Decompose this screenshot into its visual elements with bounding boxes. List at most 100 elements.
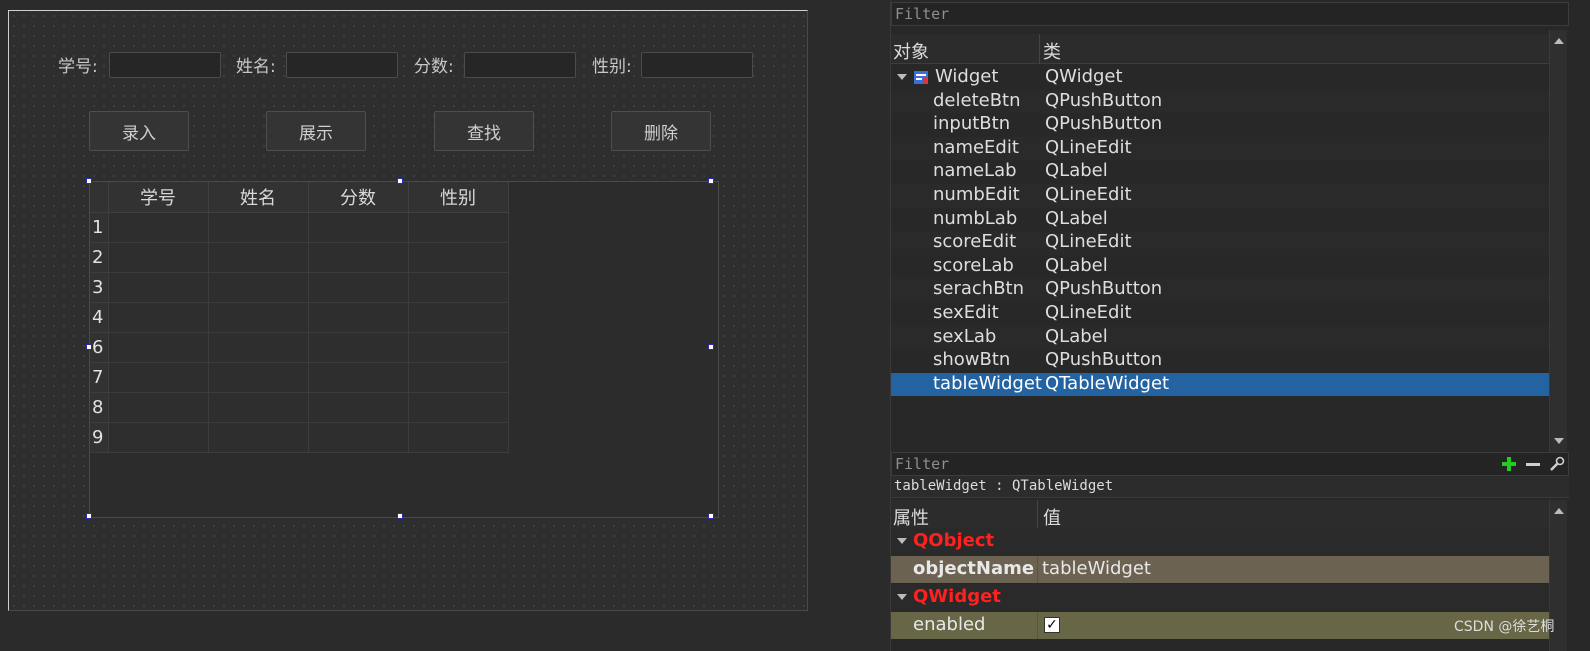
expand-arrow-icon[interactable] <box>897 594 907 600</box>
table-cell[interactable] <box>108 302 209 333</box>
table-row[interactable]: 7 <box>90 362 509 393</box>
property-row-enabled[interactable]: enabled ✓ <box>891 612 1549 639</box>
resize-handle[interactable] <box>86 344 92 350</box>
table-cell[interactable] <box>108 422 209 453</box>
table-cell[interactable] <box>308 242 409 273</box>
table-cell[interactable] <box>208 362 309 393</box>
table-header[interactable]: 分数 <box>308 182 409 213</box>
object-tree-row[interactable]: scoreLab QLabel <box>891 255 1549 279</box>
name-edit[interactable] <box>286 52 398 78</box>
resize-handle[interactable] <box>397 513 403 519</box>
row-header[interactable]: 6 <box>90 332 109 363</box>
table-cell[interactable] <box>308 272 409 303</box>
table-cell[interactable] <box>208 422 309 453</box>
object-tree-row[interactable]: sexEdit QLineEdit <box>891 302 1549 326</box>
table-grid[interactable]: 学号 姓名 分数 性别 12346789 <box>90 182 509 453</box>
table-cell[interactable] <box>408 242 509 273</box>
scroll-up-icon[interactable] <box>1554 508 1564 514</box>
expand-arrow-icon[interactable] <box>897 74 907 80</box>
table-row[interactable]: 3 <box>90 272 509 303</box>
table-cell[interactable] <box>408 392 509 423</box>
object-tree-row[interactable]: showBtn QPushButton <box>891 349 1549 373</box>
table-cell[interactable] <box>208 272 309 303</box>
table-header[interactable]: 姓名 <box>208 182 309 213</box>
score-edit[interactable] <box>464 52 576 78</box>
wrench-icon[interactable] <box>1549 456 1565 472</box>
table-row[interactable]: 9 <box>90 422 509 453</box>
object-tree[interactable]: Widget QWidget deleteBtn QPushButton inputBt… <box>891 66 1549 452</box>
object-tree-row[interactable]: nameEdit QLineEdit <box>891 136 1549 161</box>
remove-icon[interactable] <box>1525 456 1541 472</box>
table-cell[interactable] <box>408 332 509 363</box>
object-tree-row[interactable]: Widget QWidget <box>891 66 1549 90</box>
class-column-header[interactable]: 类 <box>1043 38 1061 64</box>
value-column-header[interactable]: 值 <box>1043 504 1061 530</box>
resize-handle[interactable] <box>86 513 92 519</box>
table-cell[interactable] <box>208 242 309 273</box>
object-tree-row[interactable]: numbLab QLabel <box>891 208 1549 232</box>
input-button[interactable]: 录入 <box>89 111 189 151</box>
table-cell[interactable] <box>408 272 509 303</box>
object-tree-row[interactable]: tableWidget QTableWidget <box>891 372 1549 397</box>
table-cell[interactable] <box>308 212 409 243</box>
table-row[interactable]: 4 <box>90 302 509 333</box>
resize-handle[interactable] <box>397 178 403 184</box>
object-tree-row[interactable]: deleteBtn QPushButton <box>891 89 1549 114</box>
enabled-checkbox[interactable]: ✓ <box>1044 617 1060 633</box>
table-row[interactable]: 6 <box>90 332 509 363</box>
resize-handle[interactable] <box>708 178 714 184</box>
object-tree-row[interactable]: sexLab QLabel <box>891 325 1549 350</box>
show-button[interactable]: 展示 <box>266 111 366 151</box>
numb-edit[interactable] <box>109 52 221 78</box>
table-cell[interactable] <box>308 332 409 363</box>
form-canvas[interactable]: 学号: 姓名: 分数: 性别: 录入 展示 查找 删除 学号 姓名 分数 性别 … <box>8 10 808 611</box>
row-header[interactable]: 8 <box>90 392 109 423</box>
table-cell[interactable] <box>108 392 209 423</box>
table-cell[interactable] <box>308 302 409 333</box>
table-cell[interactable] <box>108 242 209 273</box>
object-name-value-field[interactable]: tableWidget <box>1037 556 1549 583</box>
group-qwidget[interactable]: QWidget <box>891 584 1549 611</box>
table-corner[interactable] <box>90 182 109 213</box>
table-cell[interactable] <box>408 302 509 333</box>
search-button[interactable]: 查找 <box>434 111 534 151</box>
table-row[interactable]: 8 <box>90 392 509 423</box>
object-tree-row[interactable]: serachBtn QPushButton <box>891 278 1549 302</box>
scroll-up-icon[interactable] <box>1554 38 1564 44</box>
table-cell[interactable] <box>308 422 409 453</box>
resize-handle[interactable] <box>708 513 714 519</box>
table-cell[interactable] <box>208 212 309 243</box>
table-header[interactable]: 学号 <box>108 182 209 213</box>
property-row-objectname[interactable]: objectName tableWidget <box>891 556 1549 583</box>
group-qobject[interactable]: QObject <box>891 528 1549 555</box>
table-widget[interactable]: 学号 姓名 分数 性别 12346789 <box>89 181 719 518</box>
table-cell[interactable] <box>208 392 309 423</box>
table-cell[interactable] <box>308 392 409 423</box>
object-tree-scrollbar[interactable] <box>1549 30 1567 452</box>
row-header[interactable]: 1 <box>90 212 109 243</box>
table-cell[interactable] <box>108 362 209 393</box>
table-cell[interactable] <box>408 212 509 243</box>
expand-arrow-icon[interactable] <box>897 538 907 544</box>
table-cell[interactable] <box>208 332 309 363</box>
table-row[interactable]: 2 <box>90 242 509 273</box>
table-cell[interactable] <box>108 272 209 303</box>
table-cell[interactable] <box>208 302 309 333</box>
row-header[interactable]: 2 <box>90 242 109 273</box>
table-cell[interactable] <box>108 332 209 363</box>
resize-handle[interactable] <box>86 178 92 184</box>
object-tree-row[interactable]: scoreEdit QLineEdit <box>891 231 1549 255</box>
row-header[interactable]: 7 <box>90 362 109 393</box>
row-header[interactable]: 4 <box>90 302 109 333</box>
table-cell[interactable] <box>308 362 409 393</box>
add-icon[interactable] <box>1501 456 1517 472</box>
table-cell[interactable] <box>408 362 509 393</box>
object-tree-row[interactable]: numbEdit QLineEdit <box>891 184 1549 208</box>
object-filter-input[interactable]: Filter <box>891 2 1569 26</box>
table-cell[interactable] <box>408 422 509 453</box>
object-column-header[interactable]: 对象 <box>893 38 929 64</box>
table-row[interactable]: 1 <box>90 212 509 243</box>
property-column-header[interactable]: 属性 <box>893 504 929 530</box>
table-cell[interactable] <box>108 212 209 243</box>
delete-button[interactable]: 删除 <box>611 111 711 151</box>
